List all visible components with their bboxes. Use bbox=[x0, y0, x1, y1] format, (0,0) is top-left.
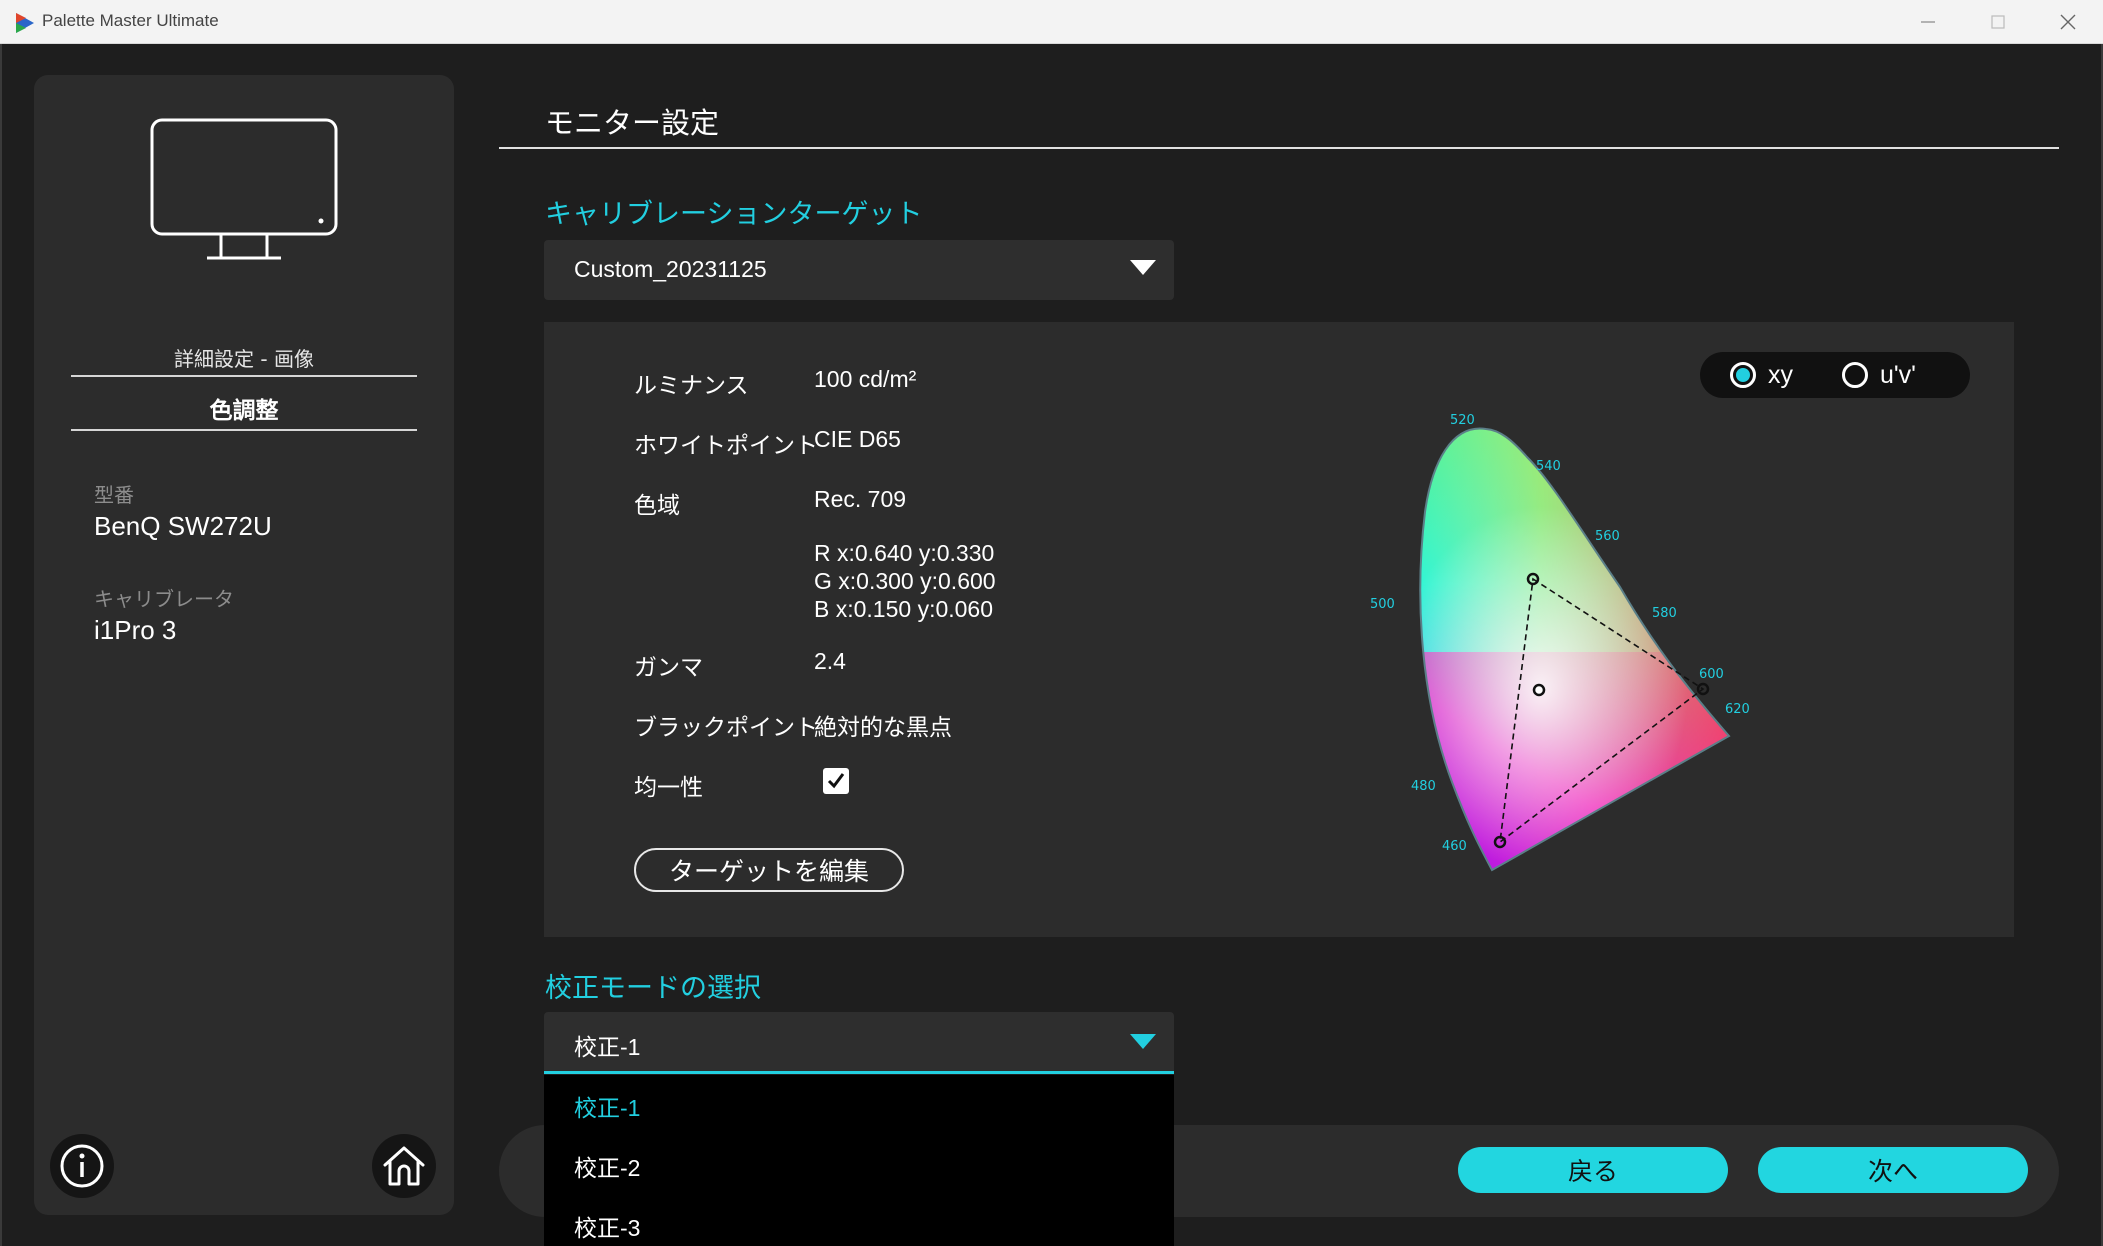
black-point-value: 絶対的な黒点 bbox=[814, 714, 952, 740]
wavelength-label: 500 bbox=[1370, 597, 1395, 612]
calibration-target-dropdown[interactable]: Custom_20231125 bbox=[544, 240, 1174, 300]
main-window: 詳細設定 - 画像 色調整 型番 BenQ SW272U キャリブレータ i1P… bbox=[0, 44, 2103, 1246]
white-point-marker bbox=[1532, 683, 1546, 697]
close-button[interactable] bbox=[2033, 0, 2103, 44]
back-button[interactable]: 戻る bbox=[1458, 1147, 1728, 1193]
checkmark-icon bbox=[827, 773, 845, 789]
wavelength-label: 460 bbox=[1442, 839, 1467, 854]
luminance-label: ルミナンス bbox=[634, 373, 749, 399]
next-button[interactable]: 次へ bbox=[1758, 1147, 2028, 1193]
calibration-mode-options: 校正-1 校正-2 校正-3 bbox=[544, 1075, 1174, 1246]
maximize-button[interactable] bbox=[1963, 0, 2033, 44]
calibration-target-title: キャリブレーションターゲット bbox=[545, 199, 923, 230]
sidebar: 詳細設定 - 画像 色調整 型番 BenQ SW272U キャリブレータ i1P… bbox=[34, 75, 454, 1215]
white-point-value: CIE D65 bbox=[814, 426, 901, 452]
page-title: モニター設定 bbox=[545, 106, 720, 140]
monitor-icon bbox=[150, 118, 338, 260]
calibrator-value: i1Pro 3 bbox=[94, 615, 177, 645]
wavelength-label: 560 bbox=[1595, 529, 1620, 544]
diagram-mode-toggle: xy u'v' bbox=[1700, 352, 1970, 398]
cie-chromaticity-diagram: 520 540 560 580 600 620 500 480 460 bbox=[1370, 413, 1750, 872]
divider bbox=[71, 429, 417, 431]
close-icon bbox=[2060, 14, 2076, 30]
uv-radio[interactable] bbox=[1842, 362, 1868, 388]
mode-option-2[interactable]: 校正-2 bbox=[574, 1149, 640, 1183]
mode-option-3[interactable]: 校正-3 bbox=[574, 1209, 640, 1243]
model-label: 型番 bbox=[94, 483, 134, 507]
calibration-mode-dropdown[interactable]: 校正-1 bbox=[544, 1012, 1174, 1074]
title-bar: Palette Master Ultimate bbox=[0, 0, 2103, 44]
chevron-down-icon bbox=[1130, 1034, 1156, 1049]
divider bbox=[71, 375, 417, 377]
wavelength-label: 520 bbox=[1450, 413, 1475, 428]
chevron-down-icon bbox=[1130, 260, 1156, 275]
target-settings-panel: ルミナンス 100 cd/m² ホワイトポイント CIE D65 色域 Rec.… bbox=[544, 322, 2014, 937]
gamut-value: Rec. 709 bbox=[814, 486, 907, 512]
home-button[interactable] bbox=[372, 1134, 436, 1198]
primary-r: R x:0.640 y:0.330 bbox=[814, 540, 995, 566]
wavelength-label: 540 bbox=[1536, 459, 1561, 474]
black-point-label: ブラックポイント bbox=[634, 715, 818, 741]
gamut-label: 色域 bbox=[634, 493, 680, 519]
wavelength-label: 480 bbox=[1411, 779, 1436, 794]
uniformity-checkbox[interactable] bbox=[823, 768, 849, 794]
calibration-mode-title: 校正モードの選択 bbox=[545, 973, 761, 1004]
gamma-label: ガンマ bbox=[634, 655, 703, 681]
home-icon bbox=[383, 1146, 425, 1186]
model-value: BenQ SW272U bbox=[94, 511, 272, 541]
calibration-target-value: Custom_20231125 bbox=[574, 256, 767, 282]
luminance-value: 100 cd/m² bbox=[814, 366, 917, 392]
sidebar-section-title: 色調整 bbox=[209, 398, 279, 424]
sidebar-subtitle: 詳細設定 - 画像 bbox=[174, 347, 314, 371]
wavelength-label: 600 bbox=[1699, 667, 1724, 682]
wavelength-label: 620 bbox=[1725, 702, 1750, 717]
calibration-mode-value: 校正-1 bbox=[574, 1034, 641, 1060]
app-logo-icon bbox=[16, 13, 34, 33]
uv-radio-label: u'v' bbox=[1880, 361, 1916, 389]
primary-b: B x:0.150 y:0.060 bbox=[814, 596, 994, 622]
info-button[interactable] bbox=[50, 1134, 114, 1198]
info-icon bbox=[60, 1144, 104, 1188]
wavelength-label: 580 bbox=[1652, 606, 1677, 621]
white-point-label: ホワイトポイント bbox=[634, 433, 818, 459]
gamma-value: 2.4 bbox=[814, 648, 846, 674]
uniformity-label: 均一性 bbox=[634, 775, 703, 801]
minimize-icon bbox=[1921, 21, 1935, 23]
edit-target-button[interactable]: ターゲットを編集 bbox=[634, 848, 904, 892]
primary-g: G x:0.300 y:0.600 bbox=[814, 568, 996, 594]
xy-radio[interactable] bbox=[1730, 362, 1756, 388]
maximize-icon bbox=[1991, 15, 2005, 29]
mode-option-1[interactable]: 校正-1 bbox=[574, 1089, 640, 1123]
calibrator-label: キャリブレータ bbox=[94, 587, 234, 611]
window-title: Palette Master Ultimate bbox=[42, 11, 219, 30]
title-divider bbox=[499, 147, 2059, 149]
xy-radio-label: xy bbox=[1768, 361, 1793, 389]
minimize-button[interactable] bbox=[1893, 0, 1963, 44]
